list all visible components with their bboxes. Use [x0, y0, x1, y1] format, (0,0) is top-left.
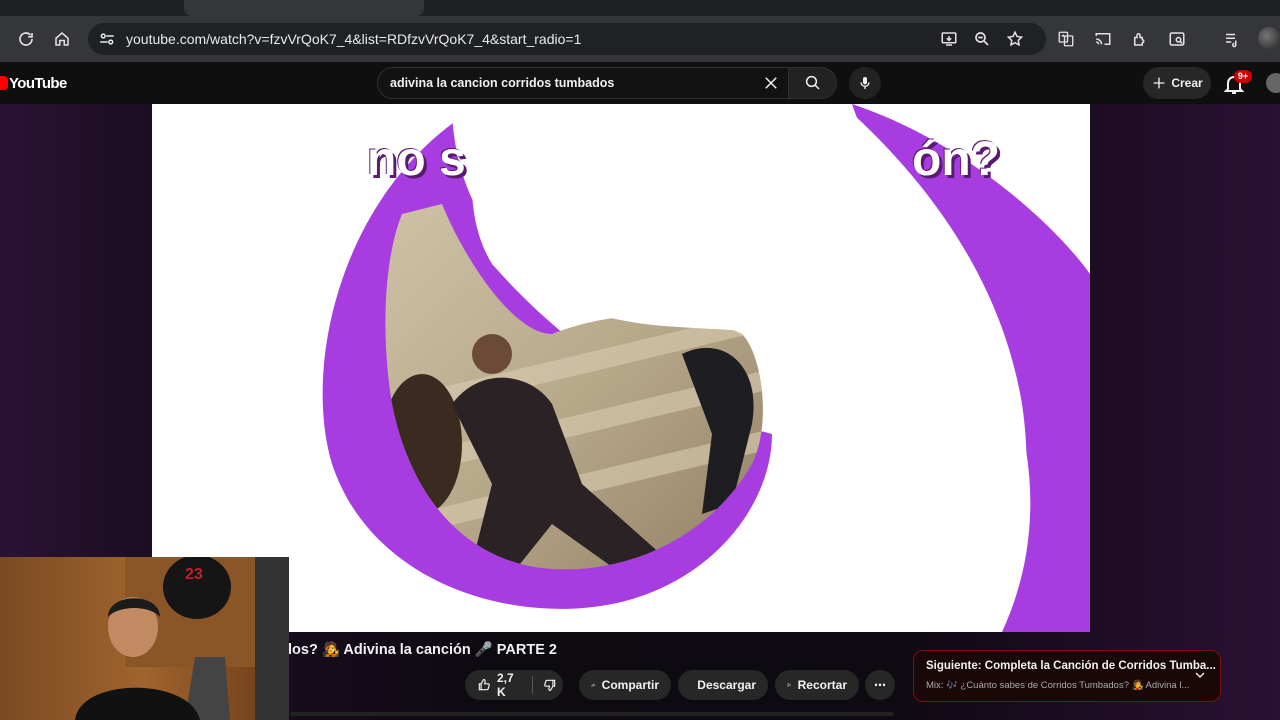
translate-icon[interactable]: [1054, 27, 1078, 51]
download-label: Descargar: [697, 678, 756, 692]
svg-text:23: 23: [185, 566, 203, 583]
video-title: los? 🧑‍🎤 Adivina la canción 🎤 PARTE 2: [288, 642, 557, 658]
clip-button[interactable]: Recortar: [775, 670, 859, 700]
clip-label: Recortar: [797, 678, 847, 692]
extensions-icon[interactable]: [1128, 27, 1152, 51]
description-edge: [290, 712, 894, 716]
share-button[interactable]: Compartir: [579, 670, 671, 700]
like-icon[interactable]: [477, 677, 491, 693]
url-text[interactable]: youtube.com/watch?v=fzvVrQoK7_4&list=RDf…: [126, 23, 581, 55]
browser-tab-active[interactable]: [184, 0, 424, 16]
share-icon: [591, 683, 596, 687]
browser-tab-strip: [0, 0, 1280, 16]
like-divider: [532, 676, 533, 694]
side-panel-icon[interactable]: [1165, 27, 1189, 51]
clear-search-icon[interactable]: [762, 74, 780, 92]
more-actions-button[interactable]: ⋯: [865, 670, 895, 700]
browser-toolbar: youtube.com/watch?v=fzvVrQoK7_4&list=RDf…: [0, 16, 1280, 62]
download-button[interactable]: Descargar: [678, 670, 768, 700]
notifications-badge: 9+: [1234, 70, 1252, 83]
media-controls-icon[interactable]: [1220, 27, 1244, 51]
scissors-icon: [787, 683, 791, 687]
dislike-icon[interactable]: [543, 677, 557, 693]
video-overlay-title-left: no s: [367, 133, 466, 186]
like-dislike-group: 2,7 K: [465, 670, 563, 700]
reload-icon[interactable]: [14, 27, 38, 51]
home-icon[interactable]: [50, 27, 74, 51]
search-button[interactable]: [789, 67, 837, 99]
download-icon: [690, 684, 692, 686]
share-label: Compartir: [601, 678, 659, 692]
youtube-logo[interactable]: YouTube: [0, 74, 67, 92]
up-next-card[interactable]: Siguiente: Completa la Canción de Corrid…: [913, 650, 1221, 702]
search-query[interactable]: adivina la cancion corridos tumbados: [390, 68, 614, 98]
bookmark-star-icon[interactable]: [1003, 27, 1027, 51]
mic-icon: [860, 77, 870, 89]
up-next-title[interactable]: Siguiente: Completa la Canción de Corrid…: [926, 660, 1216, 672]
plus-icon: [1153, 77, 1165, 89]
video-overlay-title-right: ón?: [912, 133, 1000, 186]
webcam-overlay: 23: [0, 557, 289, 720]
site-info-icon[interactable]: [98, 30, 116, 48]
up-next-subtitle: Mix: 🎶 ¿Cuánto sabes de Corridos Tumbado…: [926, 680, 1190, 691]
chevron-down-icon[interactable]: [1192, 667, 1208, 683]
video-player[interactable]: no s ón?: [152, 104, 1090, 632]
youtube-header: YouTube adivina la cancion corridos tumb…: [0, 62, 1280, 104]
search-input[interactable]: adivina la cancion corridos tumbados: [377, 67, 789, 99]
youtube-play-icon: [0, 76, 8, 90]
search-icon: [805, 75, 820, 90]
create-button[interactable]: Crear: [1143, 67, 1211, 99]
voice-search-button[interactable]: [849, 67, 881, 99]
install-app-icon[interactable]: [937, 27, 961, 51]
cast-icon[interactable]: [1091, 27, 1115, 51]
address-bar[interactable]: youtube.com/watch?v=fzvVrQoK7_4&list=RDf…: [88, 23, 1046, 55]
zoom-icon[interactable]: [970, 27, 994, 51]
create-label: Crear: [1171, 76, 1203, 90]
logo-text: YouTube: [9, 74, 67, 92]
like-count[interactable]: 2,7 K: [497, 671, 522, 699]
profile-avatar[interactable]: [1258, 27, 1280, 49]
account-avatar[interactable]: [1266, 73, 1280, 93]
more-actions-icon: ⋯: [874, 678, 886, 692]
